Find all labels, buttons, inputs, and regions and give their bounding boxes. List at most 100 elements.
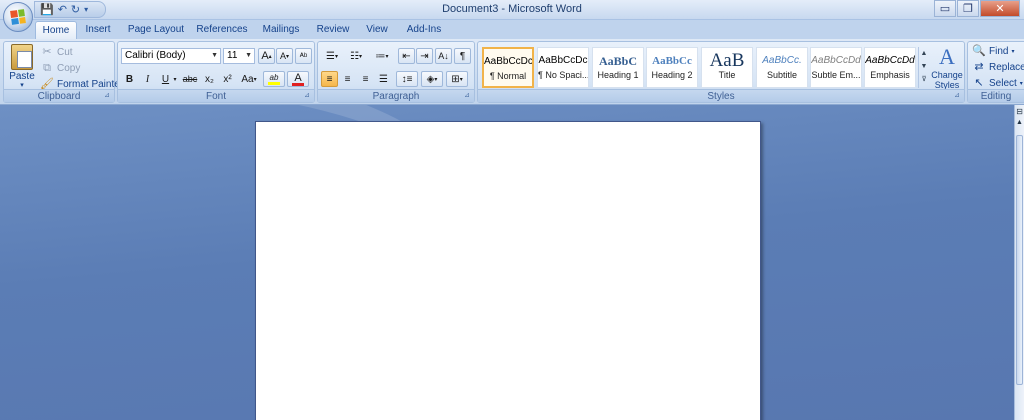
font-name-value: Calibri (Body): [125, 50, 186, 61]
gallery-more-icon[interactable]: ⊽: [919, 73, 929, 86]
increase-indent-icon: ⇥: [420, 50, 429, 62]
bullets-icon: ☰: [326, 50, 335, 62]
styles-launcher-icon[interactable]: ⊿: [954, 92, 962, 100]
office-logo-icon: [10, 9, 26, 25]
highlight-button[interactable]: ab: [263, 71, 285, 87]
align-center-button[interactable]: ≡: [339, 71, 356, 87]
line-spacing-button[interactable]: ↕≡: [396, 71, 418, 87]
style-name: ¶ Normal: [489, 71, 527, 81]
clear-formatting-button[interactable]: ᴬᵇ: [295, 48, 312, 64]
font-launcher-icon[interactable]: ⊿: [304, 92, 312, 100]
copy-button[interactable]: ⧉ Copy: [40, 61, 80, 75]
maximize-button[interactable]: ❐: [957, 0, 979, 17]
copy-label: Copy: [57, 62, 81, 74]
sort-button[interactable]: A↓: [435, 48, 452, 64]
style-sample: AaBbCcDc: [538, 55, 588, 66]
change-styles-button[interactable]: A Change Styles: [930, 44, 964, 90]
gallery-up-icon[interactable]: ▲: [919, 47, 929, 60]
style-name: Title: [718, 70, 736, 80]
font-name-dropdown-icon: ▼: [211, 52, 218, 59]
justify-icon: ☰: [379, 73, 388, 85]
replace-button[interactable]: ⇄ Replace: [972, 60, 1024, 74]
style-sample: AaBbCcDd: [811, 55, 861, 66]
decrease-indent-icon: ⇤: [402, 50, 411, 62]
minimize-button[interactable]: ▭: [934, 0, 956, 17]
office-button[interactable]: [3, 2, 33, 32]
style-emphasis[interactable]: AaBbCcDd Emphasis: [864, 47, 916, 88]
tab-add-ins[interactable]: Add-Ins: [401, 21, 447, 39]
paste-icon: [11, 44, 33, 70]
style-sample: AaB: [709, 50, 745, 70]
font-name-select[interactable]: Calibri (Body) ▼: [121, 48, 221, 64]
line-spacing-icon: ↕≡: [401, 73, 413, 85]
grow-font-icon: A: [261, 50, 269, 62]
subscript-button[interactable]: x₂: [201, 71, 218, 87]
ribbon-tabs: Home Insert Page Layout References Maili…: [0, 20, 1024, 39]
multilevel-list-button[interactable]: ≔ ▾: [370, 48, 394, 64]
shading-button[interactable]: ◈ ▾: [421, 71, 443, 87]
shrink-font-button[interactable]: A ▾: [276, 48, 293, 64]
style-no-spacing[interactable]: AaBbCcDc ¶ No Spaci...: [537, 47, 589, 88]
bold-button[interactable]: B: [121, 71, 138, 87]
tab-home[interactable]: Home: [35, 21, 77, 39]
sort-icon: A↓: [438, 51, 449, 61]
tab-review[interactable]: Review: [313, 21, 353, 39]
cut-button[interactable]: ✂ Cut: [40, 45, 72, 59]
superscript-button[interactable]: x²: [219, 71, 236, 87]
font-size-select[interactable]: 11 ▼: [223, 48, 255, 64]
tab-page-layout[interactable]: Page Layout: [126, 21, 186, 39]
bullets-button[interactable]: ☰ ▾: [321, 48, 343, 64]
gallery-down-icon[interactable]: ▼: [919, 60, 929, 73]
decrease-indent-button[interactable]: ⇤: [398, 48, 415, 64]
tab-view[interactable]: View: [362, 21, 392, 39]
justify-button[interactable]: ☰: [375, 71, 392, 87]
style-title[interactable]: AaB Title: [701, 47, 753, 88]
paste-button[interactable]: Paste ▾: [7, 44, 37, 89]
show-marks-button[interactable]: ¶: [454, 48, 471, 64]
select-button[interactable]: ↖ Select ▾: [972, 76, 1022, 90]
editing-group-label: Editing: [968, 89, 1024, 102]
style-subtitle[interactable]: AaBbCc. Subtitle: [756, 47, 808, 88]
close-button[interactable]: ✕: [980, 0, 1020, 17]
font-group-label: Font: [118, 89, 314, 102]
view-ruler-icon[interactable]: ⊟: [1015, 107, 1024, 117]
font-color-icon: A: [294, 71, 302, 84]
paragraph-group-label: Paragraph: [318, 89, 474, 102]
clipboard-launcher-icon[interactable]: ⊿: [104, 92, 112, 100]
paragraph-launcher-icon[interactable]: ⊿: [464, 92, 472, 100]
underline-dropdown-icon[interactable]: ▾: [171, 71, 179, 87]
strikethrough-button[interactable]: abc: [180, 71, 200, 87]
borders-icon: ⊞: [451, 73, 460, 85]
document-page[interactable]: [255, 121, 761, 420]
scroll-up-icon[interactable]: ▲: [1015, 119, 1024, 131]
vertical-scrollbar[interactable]: ⊟ ▲: [1014, 105, 1024, 420]
grow-font-button[interactable]: A ▴: [258, 48, 275, 64]
tab-references[interactable]: References: [195, 21, 249, 39]
document-workspace: [0, 105, 1014, 420]
style-heading-1[interactable]: AaBbC Heading 1: [592, 47, 644, 88]
find-label: Find: [989, 45, 1009, 57]
change-styles-label: Change: [931, 70, 963, 80]
replace-icon: ⇄: [974, 61, 984, 73]
change-case-button[interactable]: Aa ▾: [238, 71, 260, 87]
styles-group: AaBbCcDc ¶ Normal AaBbCcDc ¶ No Spaci...…: [477, 41, 965, 103]
font-color-button[interactable]: A: [287, 71, 309, 87]
highlight-color-swatch: [268, 82, 280, 85]
style-normal[interactable]: AaBbCcDc ¶ Normal: [482, 47, 534, 88]
numbering-button[interactable]: ☷ ▾: [345, 48, 367, 64]
align-left-button[interactable]: ≡: [321, 71, 338, 87]
font-size-dropdown-icon: ▼: [245, 52, 252, 59]
scrollbar-thumb[interactable]: [1016, 135, 1023, 385]
style-subtle-emphasis[interactable]: AaBbCcDd Subtle Em...: [810, 47, 862, 88]
style-name: Emphasis: [870, 70, 910, 80]
increase-indent-button[interactable]: ⇥: [416, 48, 433, 64]
style-name: Subtitle: [766, 70, 798, 80]
clear-formatting-icon: ᴬᵇ: [299, 51, 308, 61]
find-button[interactable]: 🔍 Find ▾: [972, 44, 1014, 58]
italic-button[interactable]: I: [139, 71, 156, 87]
style-heading-2[interactable]: AaBbCc Heading 2: [646, 47, 698, 88]
tab-insert[interactable]: Insert: [80, 21, 116, 39]
borders-button[interactable]: ⊞ ▾: [446, 71, 468, 87]
align-right-button[interactable]: ≡: [357, 71, 374, 87]
tab-mailings[interactable]: Mailings: [258, 21, 304, 39]
